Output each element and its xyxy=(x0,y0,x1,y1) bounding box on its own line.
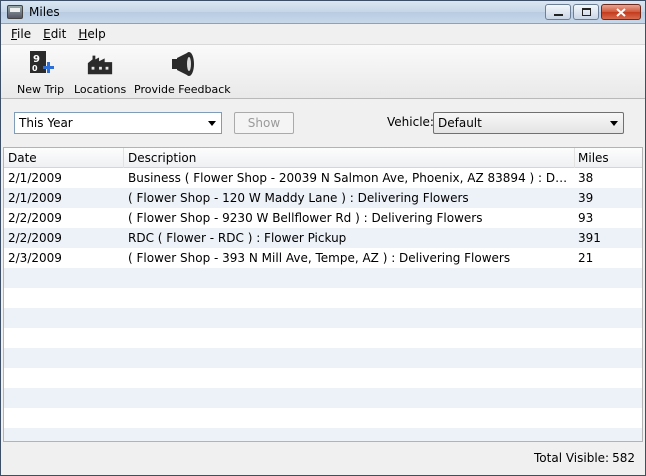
empty-row xyxy=(4,348,642,368)
column-header-date[interactable]: Date xyxy=(8,151,37,165)
menu-file[interactable]: File xyxy=(5,27,37,41)
maximize-button[interactable] xyxy=(573,4,599,20)
minimize-button[interactable] xyxy=(545,4,571,20)
miles-cell: 21 xyxy=(578,251,594,265)
app-icon xyxy=(7,5,23,19)
new-trip-icon: 9 0 xyxy=(27,49,55,79)
column-header-miles[interactable]: Miles xyxy=(578,151,609,165)
miles-cell: 39 xyxy=(578,191,594,205)
empty-row xyxy=(4,328,642,348)
date-cell: 2/3/2009 xyxy=(8,251,62,265)
empty-row xyxy=(4,268,642,288)
chevron-down-icon xyxy=(208,121,216,126)
total-visible-label: Total Visible: xyxy=(534,451,610,465)
empty-row xyxy=(4,388,642,408)
new-trip-label: New Trip xyxy=(17,83,65,96)
filter-row: This Year Show Vehicle: Default xyxy=(1,99,645,147)
date-cell: 2/1/2009 xyxy=(8,191,62,205)
close-button[interactable] xyxy=(601,4,641,20)
locations-button[interactable]: Locations xyxy=(74,49,126,96)
table-row[interactable]: 2/1/2009 ( Flower Shop - 120 W Maddy Lan… xyxy=(4,188,642,208)
description-cell: ( Flower Shop - 120 W Maddy Lane ) : Del… xyxy=(128,191,469,205)
table-row[interactable]: 2/2/2009 ( Flower Shop - 9230 W Bellflow… xyxy=(4,208,642,228)
description-cell: Business ( Flower Shop - 20039 N Salmon … xyxy=(128,171,570,185)
toolbar: 9 0 New Trip Locations Provide Feedback xyxy=(1,44,645,99)
total-visible-value: 582 xyxy=(612,451,635,465)
table-row[interactable]: 2/2/2009 RDC ( Flower - RDC ) : Flower P… xyxy=(4,228,642,248)
empty-row xyxy=(4,408,642,428)
main-window: Miles File Edit Help 9 0 New Trip Locati… xyxy=(0,0,646,476)
new-trip-button[interactable]: 9 0 New Trip xyxy=(17,49,64,96)
miles-cell: 391 xyxy=(578,231,601,245)
vehicle-select[interactable]: Default xyxy=(433,112,624,134)
description-cell: RDC ( Flower - RDC ) : Flower Pickup xyxy=(128,231,347,245)
close-icon xyxy=(616,7,626,17)
table-header: Date Description Miles xyxy=(4,148,642,168)
empty-row xyxy=(4,308,642,328)
date-cell: 2/1/2009 xyxy=(8,171,62,185)
empty-row xyxy=(4,368,642,388)
table-row[interactable]: 2/3/2009 ( Flower Shop - 393 N Mill Ave,… xyxy=(4,248,642,268)
empty-row xyxy=(4,428,642,441)
locations-label: Locations xyxy=(74,83,127,96)
column-header-description[interactable]: Description xyxy=(128,151,196,165)
menu-bar: File Edit Help xyxy=(1,24,645,44)
date-cell: 2/2/2009 xyxy=(8,231,62,245)
svg-text:0: 0 xyxy=(32,64,38,73)
chevron-down-icon xyxy=(610,121,618,126)
locations-icon xyxy=(86,49,114,79)
title-bar[interactable]: Miles xyxy=(1,1,645,24)
menu-edit[interactable]: Edit xyxy=(37,27,72,41)
minimize-icon xyxy=(553,13,563,16)
column-divider[interactable] xyxy=(123,148,124,168)
provide-feedback-label: Provide Feedback xyxy=(134,83,231,96)
description-cell: ( Flower Shop - 9230 W Bellflower Rd ) :… xyxy=(128,211,483,225)
trips-table[interactable]: Date Description Miles 2/1/2009 Business… xyxy=(3,147,643,442)
miles-cell: 93 xyxy=(578,211,594,225)
show-button[interactable]: Show xyxy=(234,112,294,134)
empty-row xyxy=(4,288,642,308)
vehicle-label: Vehicle: xyxy=(387,115,434,129)
menu-file-label: ile xyxy=(17,27,32,41)
description-cell: ( Flower Shop - 393 N Mill Ave, Tempe, A… xyxy=(128,251,511,265)
menu-help-label: elp xyxy=(87,27,106,41)
megaphone-icon xyxy=(139,49,225,79)
window-title: Miles xyxy=(29,5,60,19)
table-row[interactable]: 2/1/2009 Business ( Flower Shop - 20039 … xyxy=(4,168,642,188)
period-select-value: This Year xyxy=(19,116,73,130)
provide-feedback-button[interactable]: Provide Feedback xyxy=(134,49,231,96)
total-visible: Total Visible: 582 xyxy=(531,451,635,465)
caption-buttons xyxy=(545,4,641,20)
period-select[interactable]: This Year xyxy=(14,112,222,134)
menu-edit-accel: E xyxy=(43,27,51,41)
date-cell: 2/2/2009 xyxy=(8,211,62,225)
menu-help[interactable]: Help xyxy=(72,27,111,41)
column-divider[interactable] xyxy=(574,148,575,168)
vehicle-select-value: Default xyxy=(438,116,482,130)
miles-cell: 38 xyxy=(578,171,594,185)
status-bar: Total Visible: 582 xyxy=(1,445,645,475)
maximize-icon xyxy=(581,7,591,16)
menu-edit-label: dit xyxy=(50,27,67,41)
